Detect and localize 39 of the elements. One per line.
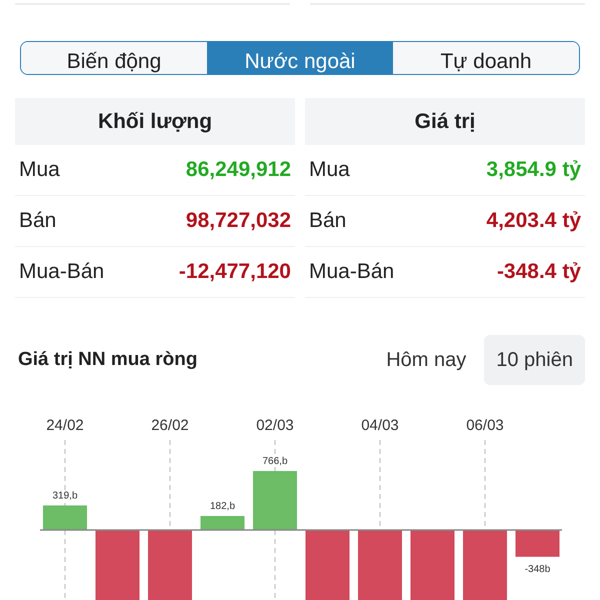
date-label: 06/03: [466, 417, 504, 434]
date-label: 24/02: [46, 417, 84, 434]
date-label: 02/03: [256, 417, 294, 434]
column-header: Khối lượng: [15, 98, 295, 145]
tab[interactable]: Nước ngoài: [207, 42, 393, 74]
bar-value-label: -348b: [524, 564, 550, 575]
bar: [96, 530, 140, 600]
bar-value-label: 319,b: [52, 490, 78, 502]
row-value: 86,249,912: [186, 158, 291, 182]
column-header: Giá trị: [305, 98, 585, 145]
bar: [516, 530, 560, 557]
bar: [358, 530, 402, 600]
bar: [306, 530, 350, 600]
row-value: 4,203.4 tỷ: [486, 209, 581, 233]
row-value: -12,477,120: [178, 260, 291, 284]
date-label: 04/03: [361, 417, 399, 434]
row-value: 3,854.9 tỷ: [486, 158, 581, 182]
date-label: 26/02: [151, 417, 189, 434]
bar-value-label: 182,b: [210, 500, 236, 512]
bar: [148, 530, 192, 600]
bar: [200, 516, 244, 530]
row-value: 98,727,032: [186, 209, 291, 233]
row-label: Bán: [19, 209, 56, 233]
bar: [43, 505, 87, 530]
row-value: -348.4 tỷ: [496, 260, 581, 284]
bar: [410, 530, 454, 600]
tab[interactable]: Biến động: [21, 42, 207, 74]
bar: [463, 530, 507, 600]
period-button[interactable]: Hôm nay: [374, 335, 478, 385]
row-label: Bán: [309, 209, 346, 233]
row-label: Mua-Bán: [19, 260, 104, 284]
section-title: Giá trị NN mua ròng: [18, 349, 198, 371]
bar-value-label: 766,b: [262, 456, 288, 468]
period-button[interactable]: 10 phiên: [484, 335, 585, 385]
bar: [253, 471, 297, 530]
row-label: Mua-Bán: [309, 260, 394, 284]
row-label: Mua: [309, 158, 350, 182]
row-label: Mua: [19, 158, 60, 182]
tab[interactable]: Tự doanh: [393, 42, 579, 74]
